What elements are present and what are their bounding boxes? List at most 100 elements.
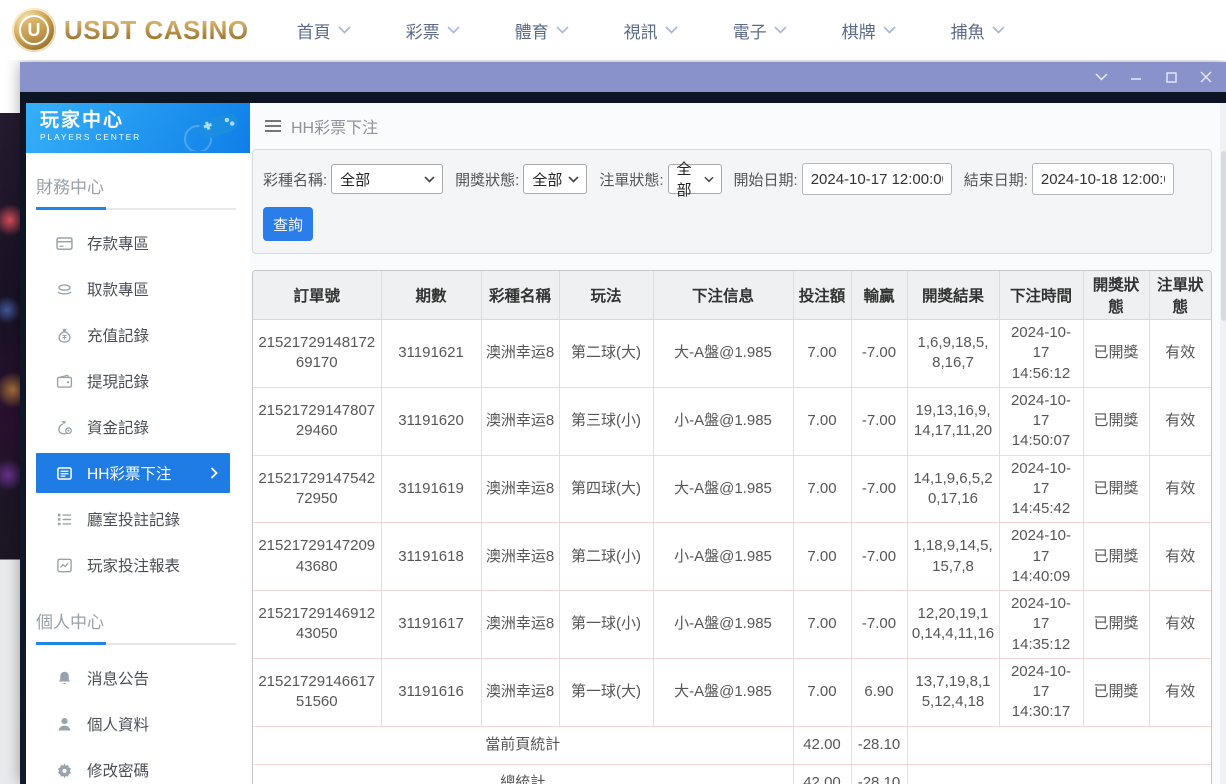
cell-order_status: 有效 bbox=[1149, 387, 1211, 455]
cell-bet_amount: 7.00 bbox=[793, 387, 851, 455]
sidebar-item-withdraw-area[interactable]: 取款專區 bbox=[26, 266, 250, 312]
menu-toggle-icon[interactable] bbox=[264, 119, 282, 133]
lottery-bet-icon bbox=[56, 465, 73, 482]
total-summary-label: 總統計 bbox=[253, 764, 793, 784]
bell-icon bbox=[56, 670, 73, 687]
sidebar-item-announcements[interactable]: 消息公告 bbox=[26, 655, 250, 701]
sidebar-item-recharge-records[interactable]: 充值記錄 bbox=[26, 312, 250, 358]
order-status-select[interactable]: 全部 bbox=[668, 164, 722, 194]
cell-lottery_name: 澳洲幸运8 bbox=[481, 387, 559, 455]
cell-draw_status: 已開獎 bbox=[1083, 320, 1149, 388]
topnav-item-home[interactable]: 首頁 bbox=[297, 18, 351, 43]
cell-bet_amount: 7.00 bbox=[793, 658, 851, 726]
sidebar-section-title: 財務中心 bbox=[26, 153, 250, 208]
cell-win_loss: -7.00 bbox=[851, 591, 907, 659]
topnav-item-slots[interactable]: 電子 bbox=[733, 18, 787, 43]
cell-win_loss: 6.90 bbox=[851, 658, 907, 726]
total-summary-row: 總統計 42.00 -28.10 bbox=[253, 764, 1211, 784]
player-center-window: 玩家中心 PLAYERS CENTER 財務中心 存款專區 取款專區 bbox=[20, 62, 1226, 784]
search-button[interactable]: 查詢 bbox=[263, 207, 313, 241]
cell-win_loss: -7.00 bbox=[851, 455, 907, 523]
cell-order_status: 有效 bbox=[1149, 658, 1211, 726]
cell-draw_result: 19,13,16,9,14,17,11,20 bbox=[907, 387, 999, 455]
cell-bet_time: 2024-10-17 14:45:42 bbox=[999, 455, 1083, 523]
sidebar-item-label: 存款專區 bbox=[87, 232, 149, 254]
sidebar-item-label: 充值記錄 bbox=[87, 324, 149, 346]
cell-bet_time: 2024-10-17 14:40:09 bbox=[999, 523, 1083, 591]
cell-lottery_name: 澳洲幸运8 bbox=[481, 523, 559, 591]
scrollbar-thumb[interactable] bbox=[1221, 151, 1226, 321]
window-close-button[interactable] bbox=[1199, 70, 1213, 84]
sidebar-item-change-password[interactable]: 修改密碼 bbox=[26, 747, 250, 784]
col-header-draw_status: 開獎狀態 bbox=[1083, 271, 1149, 320]
start-date-label: 開始日期: bbox=[734, 169, 798, 190]
cell-lottery_name: 澳洲幸运8 bbox=[481, 658, 559, 726]
col-header-draw_result: 開獎結果 bbox=[907, 271, 999, 320]
bets-table: 訂單號期數彩種名稱玩法下注信息投注額輸贏開獎結果下注時間開獎狀態注單狀態 215… bbox=[253, 271, 1211, 784]
cell-bet_amount: 7.00 bbox=[793, 320, 851, 388]
topnav-item-label: 視訊 bbox=[624, 18, 658, 43]
chevron-right-icon bbox=[210, 467, 218, 479]
end-date-input[interactable] bbox=[1032, 163, 1174, 195]
sidebar-item-withdrawal-records[interactable]: 提現記錄 bbox=[26, 358, 250, 404]
col-header-bet_time: 下注時間 bbox=[999, 271, 1083, 320]
window-collapse-button[interactable] bbox=[1094, 70, 1108, 84]
chevron-down-icon bbox=[447, 26, 460, 34]
sidebar-item-deposit-area[interactable]: 存款專區 bbox=[26, 220, 250, 266]
topnav-item-sports[interactable]: 體育 bbox=[515, 18, 569, 43]
filter-panel: 彩種名稱: 全部 開獎狀態: 全部 注單狀態: 全部 bbox=[252, 149, 1212, 254]
table-row: 215217291466175156031191616澳洲幸运8第一球(大)大-… bbox=[253, 658, 1211, 726]
sidebar-item-profile[interactable]: 個人資料 bbox=[26, 701, 250, 747]
usdt-casino-logo[interactable]: U USDT CASINO bbox=[12, 8, 249, 52]
cell-bet_info: 小-A盤@1.985 bbox=[653, 387, 793, 455]
cell-order_no: 2152172914720943680 bbox=[253, 523, 381, 591]
topnav-item-fishing[interactable]: 捕魚 bbox=[951, 18, 1005, 43]
topnav-item-cards[interactable]: 棋牌 bbox=[842, 18, 896, 43]
sidebar: 玩家中心 PLAYERS CENTER 財務中心 存款專區 取款專區 bbox=[26, 103, 250, 784]
window-maximize-button[interactable] bbox=[1164, 70, 1178, 84]
sidebar-item-room-bet-records[interactable]: 廳室投註記錄 bbox=[26, 496, 250, 542]
recharge-bag-icon bbox=[56, 327, 73, 344]
topnav-item-label: 首頁 bbox=[297, 18, 331, 43]
cell-draw_status: 已開獎 bbox=[1083, 387, 1149, 455]
topnav-item-video[interactable]: 視訊 bbox=[624, 18, 678, 43]
page-summary-empty bbox=[907, 726, 1211, 764]
cell-bet_time: 2024-10-17 14:30:17 bbox=[999, 658, 1083, 726]
cell-order_status: 有效 bbox=[1149, 591, 1211, 659]
sidebar-item-player-bet-report[interactable]: 玩家投注報表 bbox=[26, 542, 250, 588]
cell-play_type: 第三球(小) bbox=[559, 387, 653, 455]
cell-order_no: 2152172914691243050 bbox=[253, 591, 381, 659]
cell-order_status: 有效 bbox=[1149, 455, 1211, 523]
sidebar-item-label: 資金記錄 bbox=[87, 416, 149, 438]
user-icon bbox=[56, 716, 73, 733]
window-minimize-button[interactable] bbox=[1129, 70, 1143, 84]
wallet-icon bbox=[56, 373, 73, 390]
draw-status-select[interactable]: 全部 bbox=[523, 164, 587, 194]
cell-draw_result: 1,18,9,14,5,15,7,8 bbox=[907, 523, 999, 591]
lottery-select[interactable]: 全部 bbox=[331, 164, 443, 194]
cell-bet_info: 小-A盤@1.985 bbox=[653, 523, 793, 591]
sidebar-item-funds-records[interactable]: 資金記錄 bbox=[26, 404, 250, 450]
top-navigation: 首頁 彩票 體育 視訊 電子 棋牌 捕魚 bbox=[297, 18, 1005, 43]
chevron-down-icon bbox=[556, 26, 569, 34]
cell-period: 31191619 bbox=[381, 455, 481, 523]
start-date-input[interactable] bbox=[802, 163, 952, 195]
cell-bet_info: 小-A盤@1.985 bbox=[653, 591, 793, 659]
funds-bag-icon bbox=[56, 419, 73, 436]
topnav-item-lottery[interactable]: 彩票 bbox=[406, 18, 460, 43]
scrollbar-track[interactable] bbox=[1220, 103, 1226, 784]
topnav-item-label: 棋牌 bbox=[842, 18, 876, 43]
cell-play_type: 第二球(大) bbox=[559, 320, 653, 388]
cell-lottery_name: 澳洲幸运8 bbox=[481, 320, 559, 388]
deposit-card-icon bbox=[56, 235, 73, 252]
window-titlebar[interactable] bbox=[20, 62, 1226, 92]
sidebar-item-hh-lottery-bets[interactable]: HH彩票下注 bbox=[36, 453, 230, 493]
cell-bet_amount: 7.00 bbox=[793, 455, 851, 523]
logo-monogram: U bbox=[19, 15, 49, 45]
chevron-down-icon bbox=[704, 176, 714, 183]
col-header-period: 期數 bbox=[381, 271, 481, 320]
gear-icon bbox=[56, 762, 73, 779]
chevron-down-icon bbox=[1095, 73, 1108, 81]
chevron-down-icon bbox=[338, 26, 351, 34]
col-header-lottery_name: 彩種名稱 bbox=[481, 271, 559, 320]
